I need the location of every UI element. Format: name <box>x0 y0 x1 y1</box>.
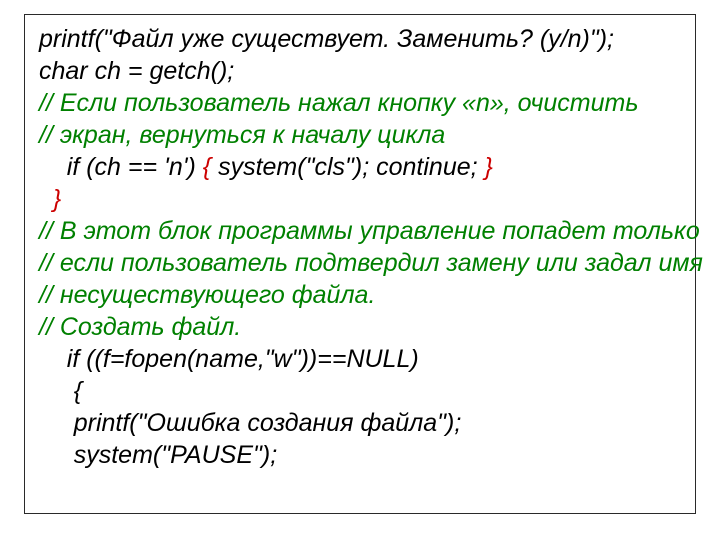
code-comment: // несуществующего файла. <box>39 279 681 311</box>
code-indent <box>39 185 53 213</box>
brace-open: { <box>203 153 211 181</box>
code-text: if (ch == 'n') <box>39 153 203 181</box>
code-line: } <box>39 183 681 215</box>
code-block: printf("Файл уже существует. Заменить? (… <box>24 14 696 514</box>
code-line: { <box>39 375 681 407</box>
brace-close: } <box>485 153 493 181</box>
code-line: printf("Файл уже существует. Заменить? (… <box>39 23 681 55</box>
code-text: system("cls"); continue; <box>211 153 484 181</box>
code-comment: // В этот блок программы управление попа… <box>39 215 681 247</box>
code-comment: // экран, вернуться к началу цикла <box>39 119 681 151</box>
code-line: printf("Ошибка создания файла"); <box>39 407 681 439</box>
code-line: system("PAUSE"); <box>39 439 681 471</box>
code-line: if ((f=fopen(name,"w"))==NULL) <box>39 343 681 375</box>
code-comment: // если пользователь подтвердил замену и… <box>39 247 681 279</box>
code-line: if (ch == 'n') { system("cls"); continue… <box>39 151 681 183</box>
code-line: char ch = getch(); <box>39 55 681 87</box>
slide: printf("Файл уже существует. Заменить? (… <box>0 0 720 540</box>
brace-close: } <box>53 185 61 213</box>
code-comment: // Если пользователь нажал кнопку «n», о… <box>39 87 681 119</box>
code-comment: // Создать файл. <box>39 311 681 343</box>
